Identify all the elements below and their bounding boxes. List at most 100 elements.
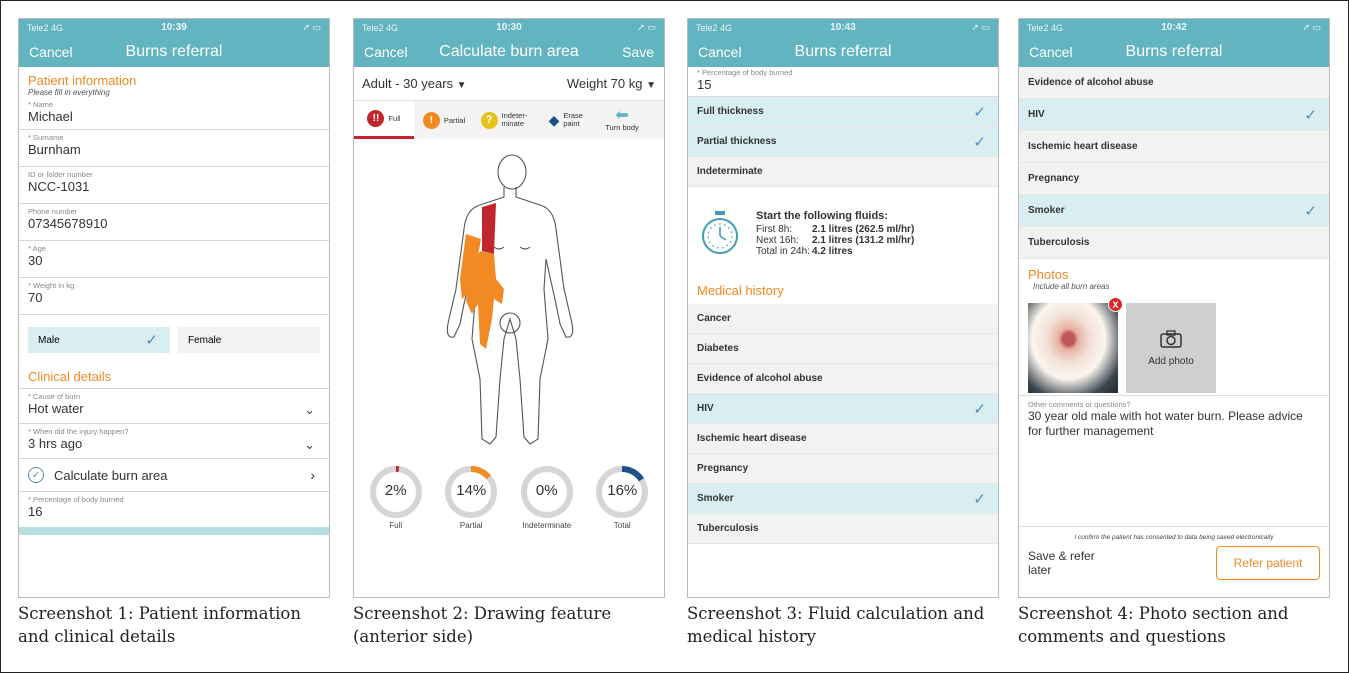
save-refer-later-button[interactable]: Save & refer later [1028,549,1098,577]
indeterminate-gauge: 0% Indeterminate [511,465,583,530]
injury-time-select[interactable]: * When did the injury happen? 3 hrs ago … [19,424,329,459]
indeterminate-tool[interactable]: ? Indeter-minate [474,111,538,129]
history-option[interactable]: Tuberculosis [1019,227,1329,259]
history-option[interactable]: Ischemic heart disease [1019,131,1329,163]
field-label: * Cause of burn [28,392,81,401]
id-number-field[interactable]: ID or folder number NCC-1031 [19,167,329,204]
phone-number-field[interactable]: Phone number 07345678910 [19,204,329,241]
gauge-ring: 0% [520,465,574,519]
partial-gauge: 14% Partial [435,465,507,530]
scroll-edge [19,527,329,535]
age-field[interactable]: * Age 30 [19,241,329,278]
depth-option-partial-thickness[interactable]: Partial thickness ✓ [688,127,998,157]
history-option[interactable]: Diabetes [688,334,998,364]
erase-tool[interactable]: ◆ Erase paint [538,112,598,129]
checkmark-icon: ✓ [973,133,986,151]
name-field[interactable]: * Name Michael [19,97,329,130]
history-option[interactable]: Smoker ✓ [688,484,998,514]
comments-field[interactable]: Other comments or questions? 30 year old… [1019,395,1329,479]
male-label: Male [38,334,60,346]
cause-of-burn-select[interactable]: * Cause of burn Hot water ⌄ [19,389,329,424]
gauge-label: Total [613,521,631,530]
field-label: * Surname [28,133,64,142]
gauge-ring: 2% [369,465,423,519]
female-option[interactable]: Female [178,327,320,353]
history-option[interactable]: Evidence of alcohol abuse [688,364,998,394]
chevron-down-icon: ⌄ [304,402,315,417]
field-value: Hot water [28,401,84,416]
turn-body-button[interactable]: ⬅ Turn body [598,108,646,133]
camera-icon [1160,329,1182,348]
field-label: * Name [28,100,54,109]
fluid-details: Start the following fluids: First 8h: 2.1… [756,210,914,257]
nav-bar: Cancel Burns referral [19,36,329,67]
weight-field[interactable]: * Weight in kg 70 [19,278,329,315]
add-photo-label: Add photo [1148,355,1194,367]
history-option[interactable]: Pregnancy [1019,163,1329,195]
section-title-photos: Photos [1028,267,1069,282]
surname-field[interactable]: * Surname Burnham [19,130,329,167]
cancel-button[interactable]: Cancel [29,44,73,60]
history-option[interactable]: HIV ✓ [688,394,998,424]
option-label: Smoker [1028,205,1065,216]
history-option[interactable]: Ischemic heart disease [688,424,998,454]
weight-select[interactable]: Weight 70 kg ▼ [567,76,656,91]
history-option[interactable]: Smoker ✓ [1019,195,1329,227]
depth-option-indeterminate[interactable]: Indeterminate [688,157,998,187]
option-label: Full thickness [697,106,764,117]
male-option[interactable]: Male ✓ [28,327,170,353]
gauge-value: 16% [607,482,638,499]
cancel-button[interactable]: Cancel [364,44,408,60]
partial-tool[interactable]: ! Partial [414,111,474,129]
photos-hint: Include all burn areas [1033,282,1110,291]
age-select[interactable]: Adult - 30 years ▼ [362,76,467,91]
gender-selector: Male ✓ Female [19,315,329,353]
remove-photo-icon[interactable]: X [1108,297,1123,312]
caption-3: Screenshot 3: Fluid calculation and medi… [687,604,985,646]
option-label: Partial thickness [697,136,777,147]
patient-selector-bar: Adult - 30 years ▼ Weight 70 kg ▼ [354,67,664,101]
add-photo-button[interactable]: Add photo [1126,303,1216,393]
history-option[interactable]: Pregnancy [688,454,998,484]
clock: 10:30 [496,22,522,33]
field-label: Phone number [28,207,78,216]
save-button[interactable]: Save [622,44,654,60]
nav-bar: Cancel Calculate burn area Save [354,36,664,67]
history-option[interactable]: HIV ✓ [1019,99,1329,131]
age-label: Adult - 30 years [362,76,454,91]
form-hint: Please fill in everything [28,88,110,97]
percentage-field[interactable]: * Percentage of body burned 15 [688,67,998,97]
weight-label: Weight 70 kg [566,76,643,91]
fluid-period: Total in 24h: [756,245,810,257]
field-value: NCC-1031 [28,179,90,194]
field-label: ID or folder number [28,170,93,179]
cancel-button[interactable]: Cancel [1029,44,1073,60]
fluid-row: Total in 24h: 4.2 litres [756,246,914,257]
field-value: 30 [28,253,43,268]
checkmark-icon: ✓ [973,490,986,508]
eraser-icon: ◆ [548,111,560,128]
full-tool[interactable]: !! Full [354,101,414,139]
tool-label: Erase paint [563,111,583,128]
field-value: 15 [697,77,712,92]
burn-photo[interactable]: X [1028,297,1123,393]
percentage-field[interactable]: * Percentage of body burned 16 [19,492,329,527]
status-bar: Tele2 4G 10:42 ➚ ▭ [1019,19,1329,36]
calculate-burn-area-button[interactable]: ✓ Calculate burn area › [19,459,329,492]
history-option[interactable]: Cancer [688,304,998,334]
refer-patient-button[interactable]: Refer patient [1216,546,1320,580]
history-option[interactable]: Tuberculosis [688,514,998,544]
field-label: * Weight in kg [28,281,75,290]
fluid-period: Next 16h: [756,234,799,246]
screen-photos-comments: Tele2 4G 10:42 ➚ ▭ Cancel Burns referral… [1018,18,1330,598]
comments-label: Other comments or questions? [1028,400,1131,409]
body-outline [446,154,574,445]
fluid-title: Start the following fluids: [756,209,888,222]
history-option[interactable]: Evidence of alcohol abuse [1019,67,1329,99]
status-bar: Tele2 4G 10:39 ➚ ▭ [19,19,329,36]
option-label: Evidence of alcohol abuse [697,373,823,384]
depth-option-full-thickness[interactable]: Full thickness ✓ [688,97,998,127]
body-diagram[interactable] [354,139,665,459]
cancel-button[interactable]: Cancel [698,44,742,60]
burn-percentage-gauges: 2% Full 14% Partial 0% Indeterminate 16%… [354,465,664,530]
